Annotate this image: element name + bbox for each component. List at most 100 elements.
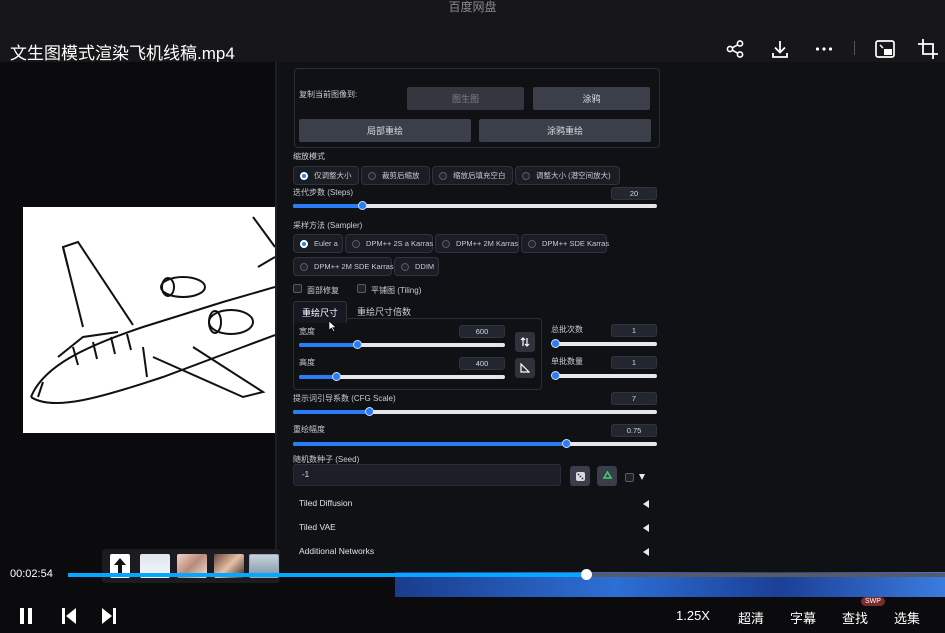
- sampler-ddim[interactable]: DDIM: [394, 257, 439, 276]
- collapse-triangle-icon: [643, 548, 649, 556]
- triangle-ruler-icon: [520, 363, 530, 373]
- width-slider-knob[interactable]: [352, 340, 362, 349]
- video-area[interactable]: 复制当前图像到: 图生图 涂鸦 局部重绘 涂鸦重绘 缩放模式 仅调整大小 裁剪后…: [0, 62, 945, 597]
- local-redraw-button[interactable]: 局部重绘: [299, 119, 471, 142]
- title-bar: 文生图模式渲染飞机线稿.mp4: [0, 20, 945, 63]
- width-label: 宽度: [299, 327, 315, 336]
- radio-icon: [528, 239, 536, 248]
- next-icon[interactable]: [101, 607, 117, 625]
- swap-dimensions-button[interactable]: [515, 332, 535, 352]
- tab-resize-size[interactable]: 重绘尺寸: [293, 301, 348, 323]
- batch-count-input[interactable]: 1: [611, 324, 657, 337]
- extra-seed-checkbox[interactable]: [625, 473, 634, 482]
- cfg-scale-slider[interactable]: [293, 407, 657, 416]
- width-slider[interactable]: [299, 340, 505, 349]
- height-label: 高度: [299, 358, 315, 367]
- previous-icon[interactable]: [61, 607, 77, 625]
- accordion-tiled-diffusion[interactable]: Tiled Diffusion: [299, 498, 649, 512]
- tiling-checkbox[interactable]: [357, 284, 366, 293]
- radio-icon: [401, 262, 409, 271]
- pause-icon[interactable]: [19, 607, 33, 625]
- playback-speed-button[interactable]: 1.25X: [676, 608, 710, 623]
- height-slider-knob[interactable]: [332, 372, 342, 381]
- dice-icon: [575, 471, 585, 481]
- tab-resize-scale[interactable]: 重绘尺寸倍数: [357, 305, 411, 318]
- batch-size-input[interactable]: 1: [611, 356, 657, 369]
- more-icon[interactable]: [811, 36, 837, 62]
- radio-icon: [522, 171, 530, 180]
- face-restore-label: 面部修复: [307, 286, 339, 295]
- sampler-label: 采样方法 (Sampler): [293, 221, 363, 230]
- send-to-inpaint-button[interactable]: 涂鸦: [533, 87, 650, 110]
- app-title: 百度网盘: [0, 0, 945, 20]
- height-input[interactable]: 400: [459, 357, 505, 370]
- search-button[interactable]: 查找: [842, 608, 868, 627]
- subtitles-button[interactable]: 字幕: [790, 608, 816, 627]
- steps-slider-knob[interactable]: [358, 201, 368, 210]
- radio-icon: [368, 171, 376, 180]
- progress-fill: [68, 573, 587, 577]
- resize-mode-label: 缩放模式: [293, 152, 325, 161]
- denoise-slider-knob[interactable]: [562, 439, 571, 448]
- progress-bar[interactable]: [68, 569, 945, 580]
- batch-size-slider-knob[interactable]: [551, 371, 560, 380]
- batch-count-slider-knob[interactable]: [551, 339, 560, 348]
- radio-icon: [352, 239, 360, 248]
- episodes-button[interactable]: 选集: [894, 608, 920, 627]
- player-controls: 1.25X 超清 字幕 查找 SWP 选集: [0, 597, 945, 633]
- extra-seed-dropdown-icon[interactable]: [639, 474, 645, 480]
- airplane-sketch-image: [23, 207, 275, 433]
- cfg-scale-slider-knob[interactable]: [365, 407, 375, 416]
- radio-icon: [300, 262, 308, 271]
- copy-image-label: 复制当前图像到:: [299, 90, 358, 99]
- seed-input[interactable]: -1: [293, 464, 561, 486]
- resize-mode-latent[interactable]: 调整大小 (潜空间放大): [515, 166, 620, 185]
- sampler-dpm-sde-karras[interactable]: DPM++ SDE Karras: [521, 234, 609, 253]
- picture-in-picture-icon[interactable]: [872, 36, 898, 62]
- recycle-icon: [602, 470, 612, 479]
- radio-icon: [439, 171, 447, 180]
- share-icon[interactable]: [722, 36, 748, 62]
- denoise-slider[interactable]: [293, 439, 657, 448]
- face-restore-checkbox[interactable]: [293, 284, 302, 293]
- steps-input[interactable]: 20: [611, 187, 657, 200]
- sampler-dpm-2s-a-karras[interactable]: DPM++ 2S a Karras: [345, 234, 433, 253]
- steps-label: 迭代步数 (Steps): [293, 188, 354, 197]
- crop-icon[interactable]: [915, 36, 941, 62]
- steps-slider[interactable]: [293, 201, 657, 210]
- resize-mode-resize-only[interactable]: 仅调整大小: [293, 166, 359, 185]
- batch-size-label: 单批数量: [551, 357, 583, 366]
- collapse-triangle-icon: [643, 500, 649, 508]
- download-icon[interactable]: [767, 36, 793, 62]
- sampler-dpm-2m-sde-karras[interactable]: DPM++ 2M SDE Karras: [293, 257, 394, 276]
- sampler-euler-a[interactable]: Euler a: [293, 234, 343, 253]
- quality-button[interactable]: 超清: [738, 608, 764, 627]
- batch-count-label: 总批次数: [551, 325, 583, 334]
- radio-selected-icon: [300, 171, 308, 180]
- accordion-additional-networks[interactable]: Additional Networks: [299, 546, 649, 560]
- denoise-input[interactable]: 0.75: [611, 424, 657, 437]
- tiling-label: 平铺图 (Tiling): [371, 286, 422, 295]
- reuse-seed-button[interactable]: [597, 466, 617, 486]
- width-input[interactable]: 600: [459, 325, 505, 338]
- inpaint-redraw-button[interactable]: 涂鸦重绘: [479, 119, 651, 142]
- radio-selected-icon: [300, 239, 308, 248]
- webui-panel: 复制当前图像到: 图生图 涂鸦 局部重绘 涂鸦重绘 缩放模式 仅调整大小 裁剪后…: [275, 62, 945, 572]
- collapse-triangle-icon: [643, 524, 649, 532]
- radio-icon: [442, 239, 450, 248]
- batch-count-slider[interactable]: [551, 339, 657, 348]
- cfg-scale-input[interactable]: 7: [611, 392, 657, 405]
- aspect-ratio-button[interactable]: [515, 358, 535, 378]
- mouse-cursor-icon: [328, 319, 337, 337]
- send-to-img2img-button[interactable]: 图生图: [407, 87, 524, 110]
- swap-arrows-icon: [520, 337, 530, 347]
- batch-size-slider[interactable]: [551, 371, 657, 380]
- accordion-tiled-vae[interactable]: Tiled VAE: [299, 522, 649, 536]
- resize-mode-fill[interactable]: 缩放后填充空白: [432, 166, 513, 185]
- sampler-dpm-2m-karras[interactable]: DPM++ 2M Karras: [435, 234, 519, 253]
- title-separator: [854, 41, 855, 55]
- height-slider[interactable]: [299, 372, 505, 381]
- search-badge: SWP: [861, 597, 885, 606]
- resize-mode-crop[interactable]: 裁剪后缩放: [361, 166, 430, 185]
- random-seed-button[interactable]: [570, 466, 590, 486]
